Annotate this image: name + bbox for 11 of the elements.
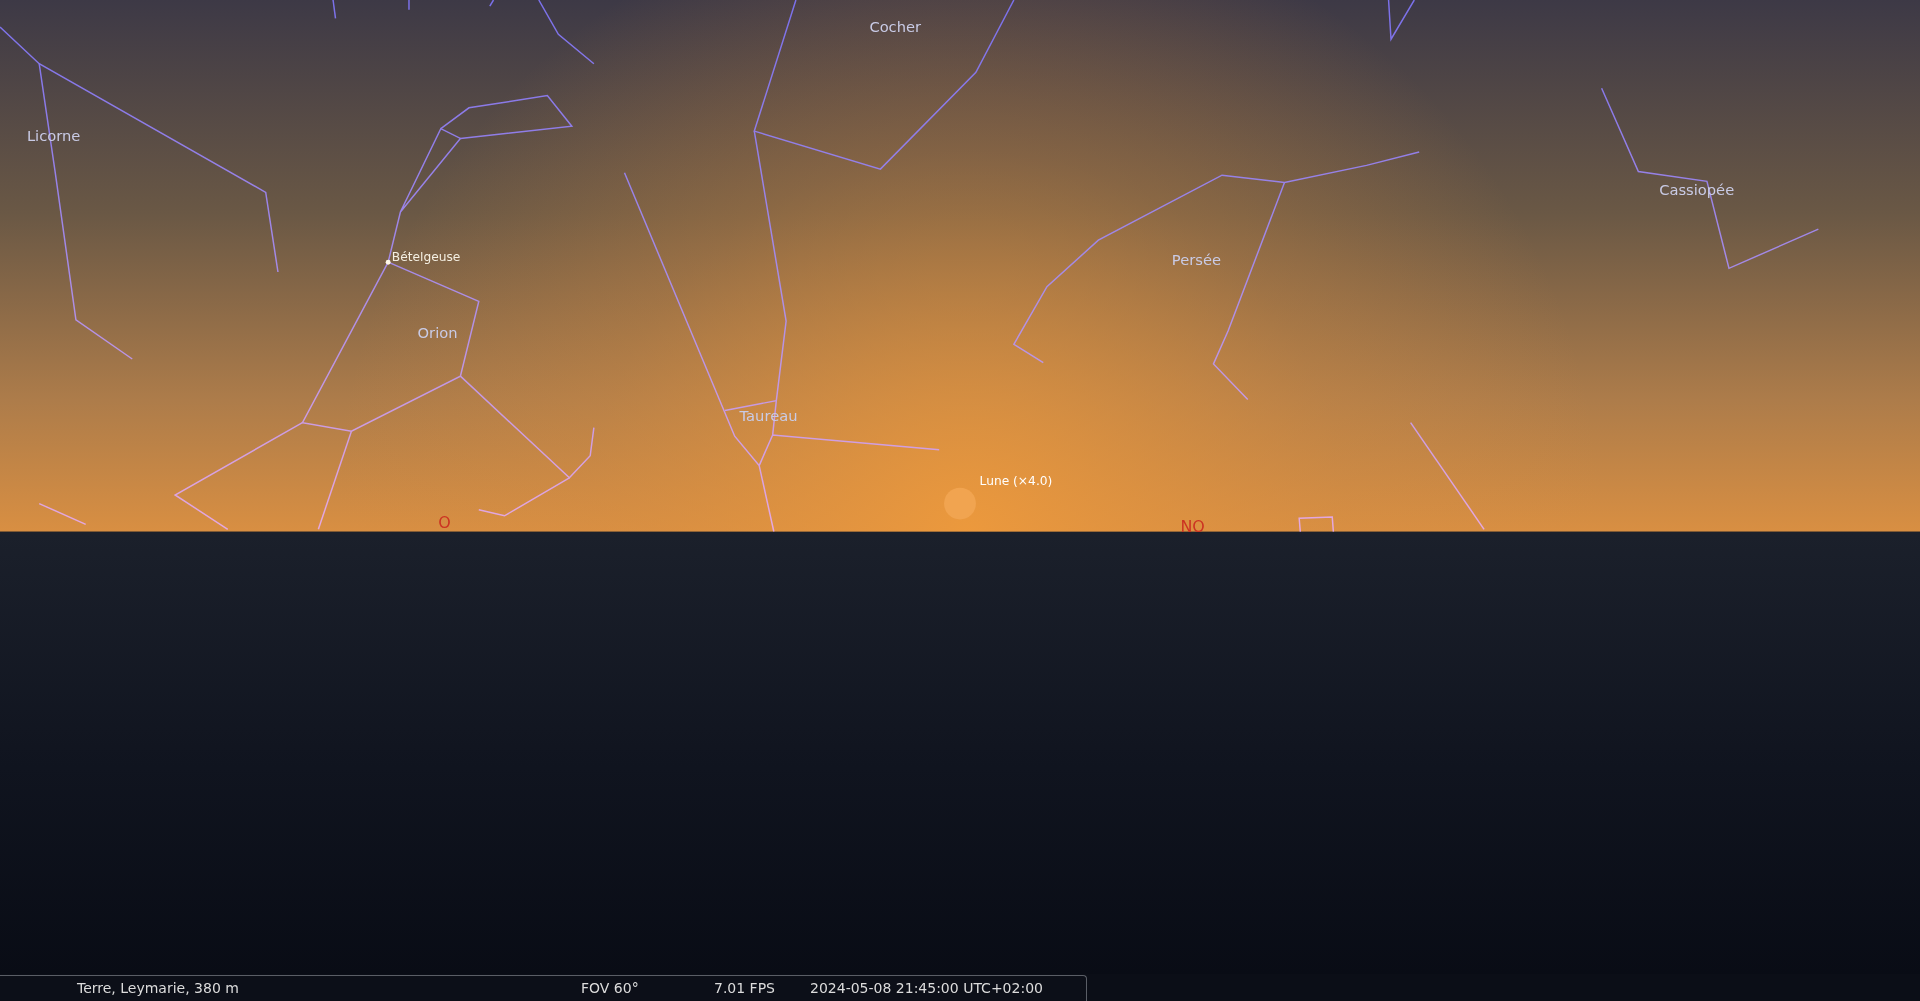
location-text: Terre, Leymarie, 380 m xyxy=(77,979,240,998)
constellation-name: Persée xyxy=(1171,250,1221,268)
datetime-text: 2024-05-08 21:45:00 UTC+02:00 xyxy=(810,979,1043,998)
cardinal-point: NO xyxy=(1180,516,1205,536)
star-name: Bételgeuse xyxy=(391,249,461,264)
cardinal-point: O xyxy=(438,513,451,533)
constellation-name: Orion xyxy=(417,324,458,342)
fps-text: 7.01 FPS xyxy=(714,979,776,998)
moon-name: Lune (×4.0) xyxy=(979,474,1053,489)
constellation-name: Cocher xyxy=(869,17,922,35)
fov-text: FOV 60° xyxy=(581,979,640,998)
